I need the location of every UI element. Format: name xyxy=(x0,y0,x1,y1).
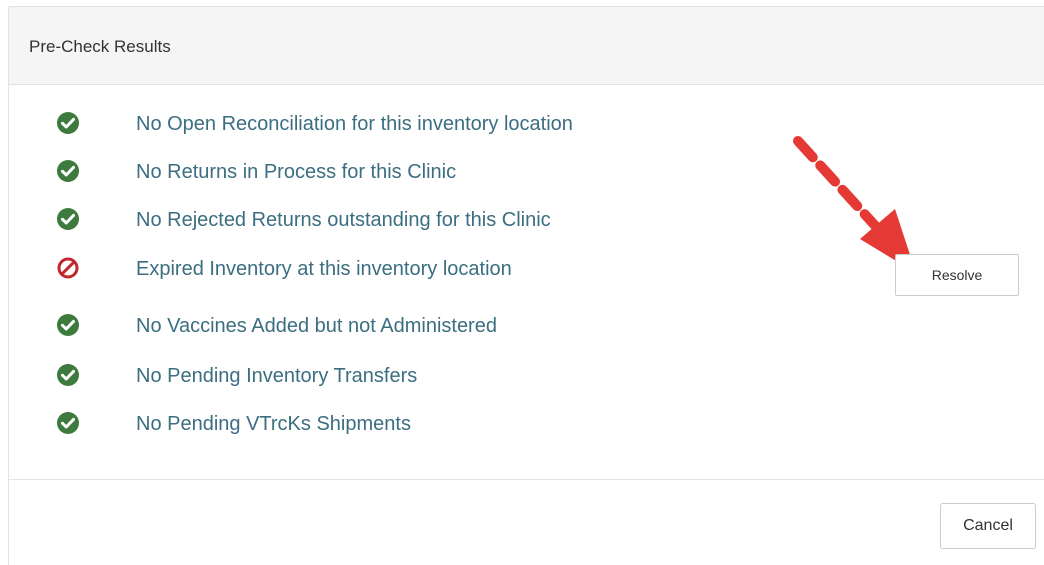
check-label: No Pending Inventory Transfers xyxy=(136,365,418,387)
check-circle-icon xyxy=(57,364,79,386)
check-circle-icon xyxy=(57,160,79,182)
dialog-title: Pre-Check Results xyxy=(29,37,171,56)
resolve-button[interactable]: Resolve xyxy=(895,254,1019,296)
check-label: Expired Inventory at this inventory loca… xyxy=(136,258,512,280)
check-item: No Pending Inventory Transfers xyxy=(9,360,709,390)
check-item: No Pending VTrcKs Shipments xyxy=(9,408,709,438)
check-label: No Rejected Returns outstanding for this… xyxy=(136,209,551,231)
check-label: No Open Reconciliation for this inventor… xyxy=(136,113,573,135)
footer-divider xyxy=(9,479,1044,480)
dialog-header: Pre-Check Results xyxy=(9,7,1044,85)
check-item: No Rejected Returns outstanding for this… xyxy=(9,204,709,234)
check-item: No Vaccines Added but not Administered xyxy=(9,310,709,340)
check-circle-icon xyxy=(57,314,79,336)
check-circle-icon xyxy=(57,112,79,134)
check-circle-icon xyxy=(57,208,79,230)
cancel-button[interactable]: Cancel xyxy=(940,503,1036,549)
pre-check-results-dialog: Pre-Check Results No Open Reconciliation… xyxy=(8,6,1044,565)
check-circle-icon xyxy=(57,412,79,434)
check-label: No Pending VTrcKs Shipments xyxy=(136,413,411,435)
check-item-failed: Expired Inventory at this inventory loca… xyxy=(9,253,709,283)
check-label: No Vaccines Added but not Administered xyxy=(136,315,497,337)
check-label: No Returns in Process for this Clinic xyxy=(136,161,457,183)
prohibited-icon xyxy=(57,257,79,279)
check-item: No Returns in Process for this Clinic xyxy=(9,156,709,186)
check-item: No Open Reconciliation for this inventor… xyxy=(9,108,709,138)
